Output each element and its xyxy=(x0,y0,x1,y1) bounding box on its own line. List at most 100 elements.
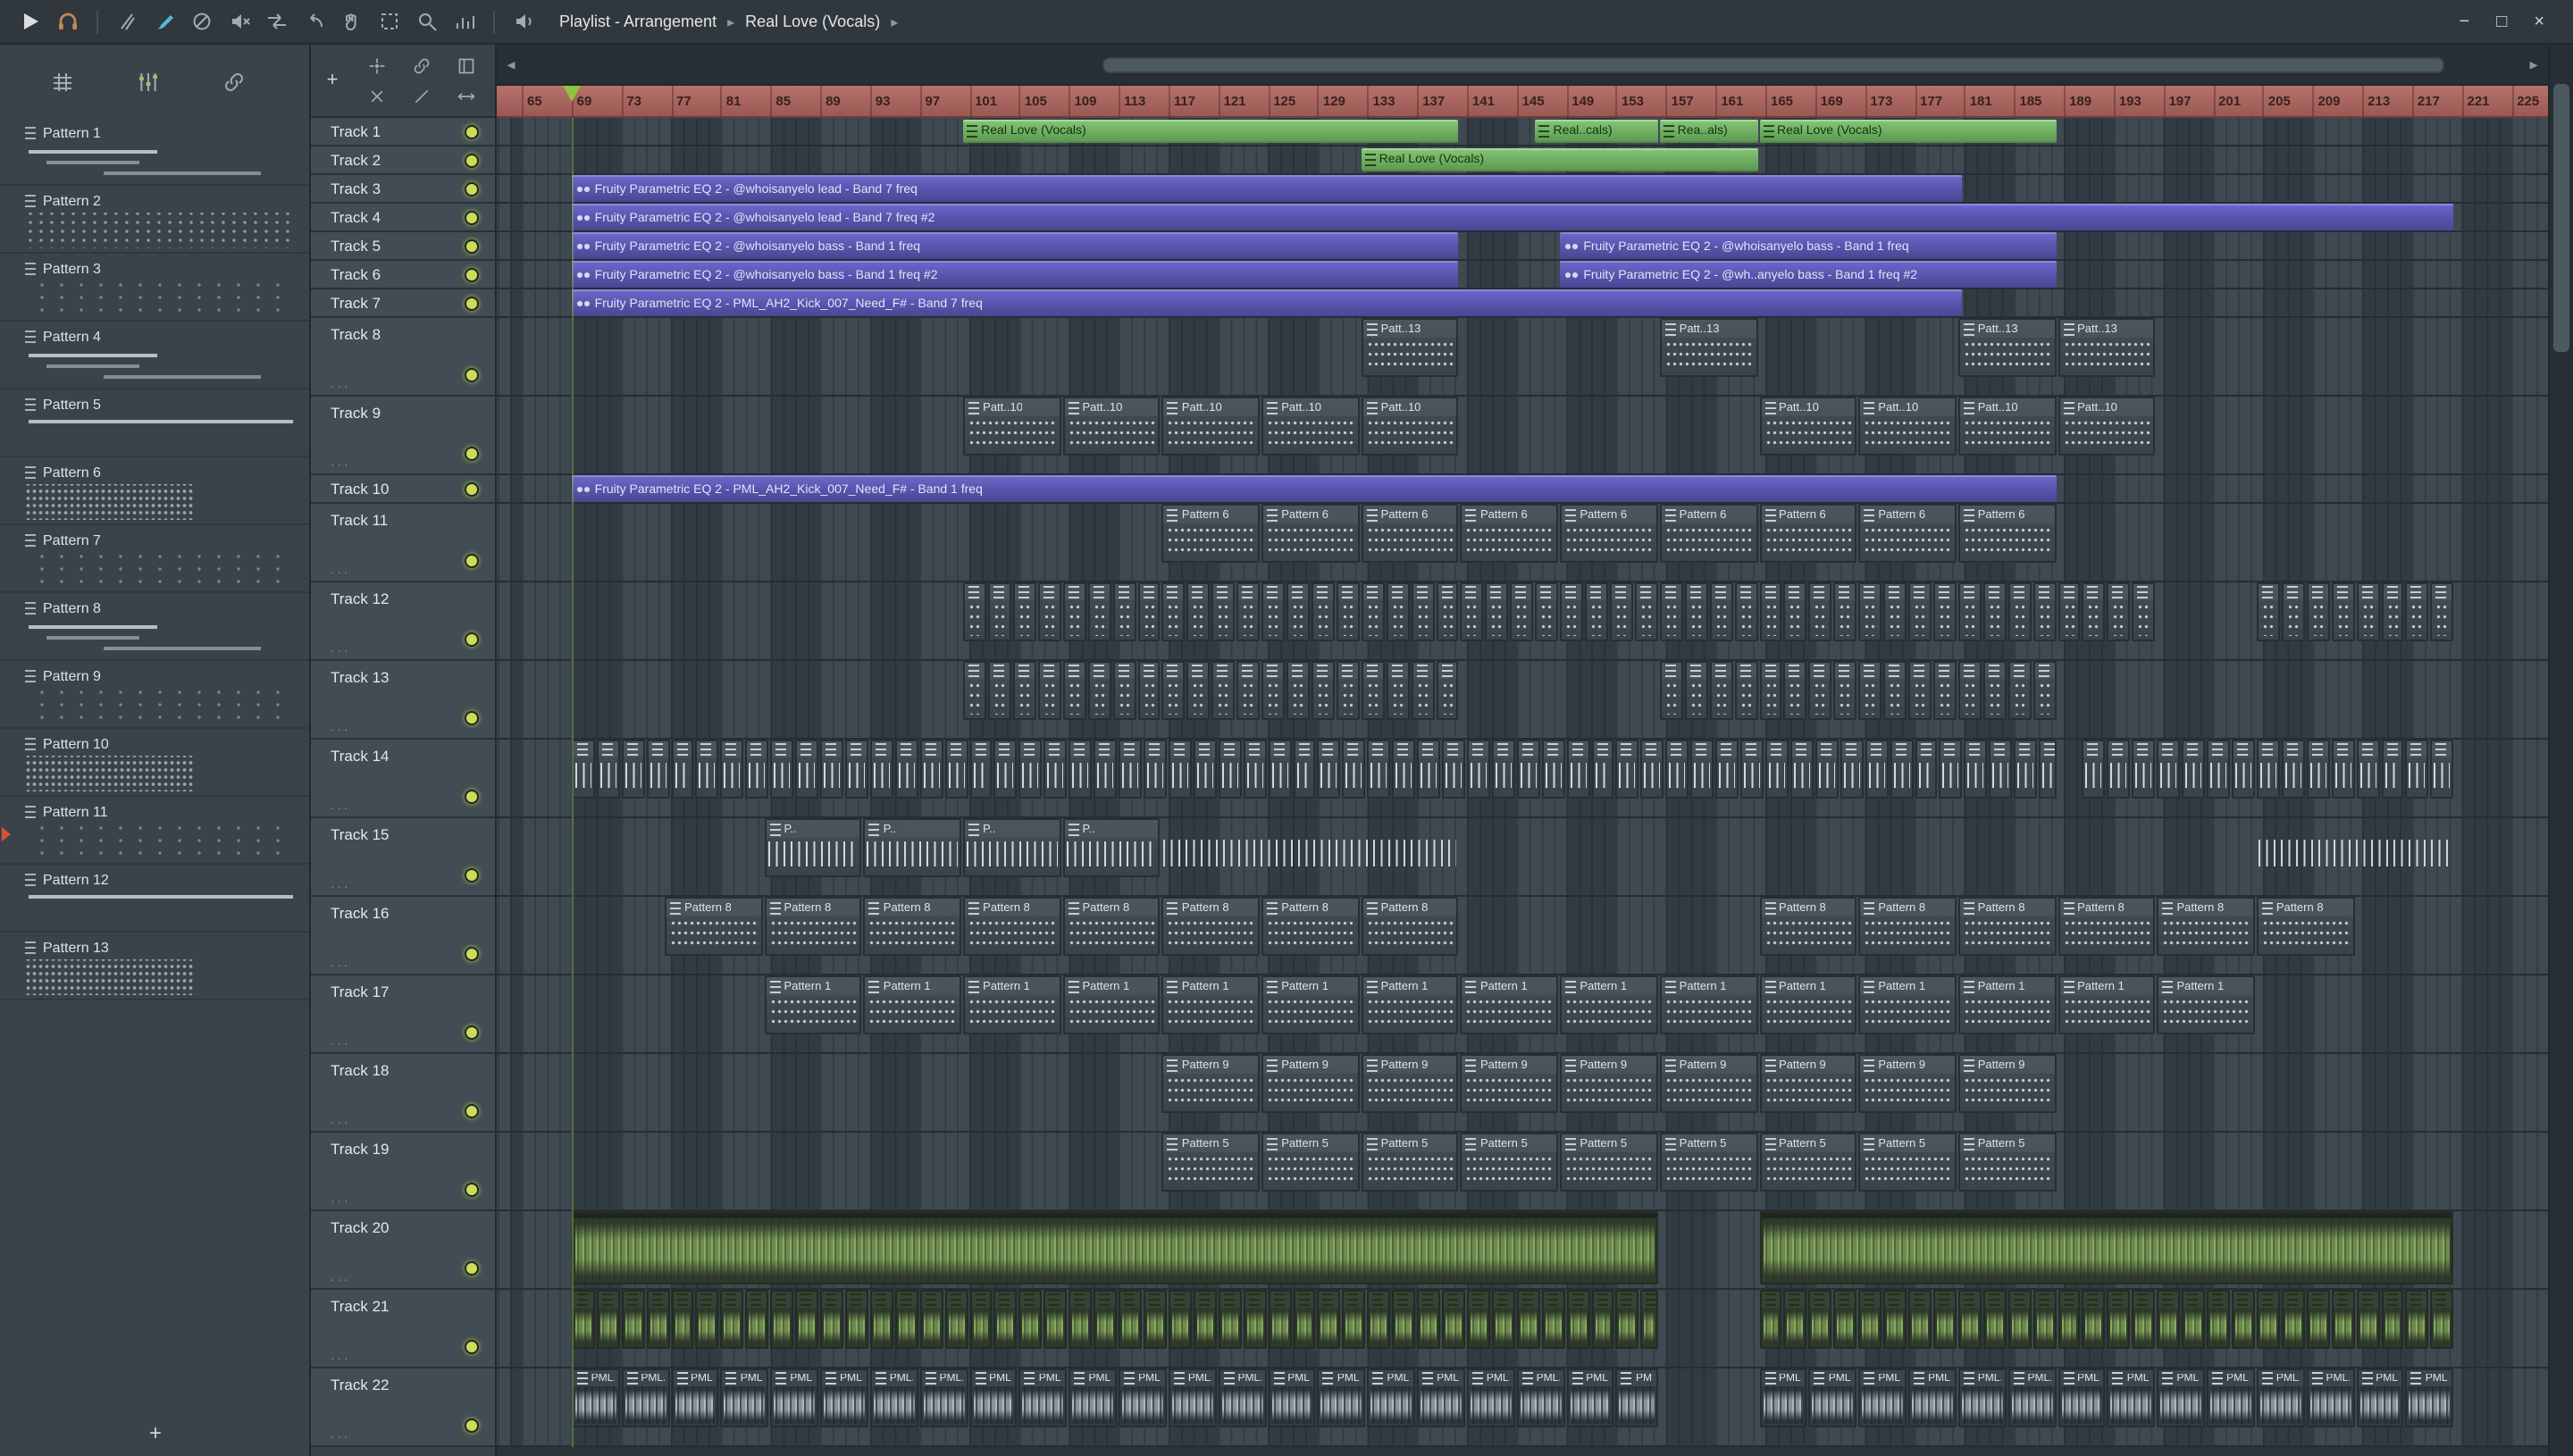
track-mute-led[interactable] xyxy=(465,124,479,138)
pattern-clip[interactable]: P.. xyxy=(2232,1290,2255,1349)
automation-clip[interactable]: Fruity Parametric EQ 2 - @wh..anyelo bas… xyxy=(1560,261,2057,288)
pattern-clip[interactable]: Pattern 8 xyxy=(1261,897,1360,956)
pattern-clip[interactable]: Pattern 5 xyxy=(1659,1133,1757,1192)
track-lane-19[interactable]: Pattern 5 Pattern 5 Pattern 5 Pattern 5 Patt… xyxy=(497,1133,2548,1211)
pattern-clip[interactable]: P.. xyxy=(1087,582,1111,641)
pattern-clip[interactable]: P.. xyxy=(2232,740,2255,799)
pattern-clip[interactable]: Pattern 5 xyxy=(1460,1133,1559,1192)
pattern-clip[interactable]: P.. xyxy=(2082,582,2106,641)
pattern-clip[interactable]: P.. xyxy=(2331,1290,2355,1349)
pattern-clip[interactable]: P.. xyxy=(1317,740,1341,799)
pattern-clip[interactable]: P.. xyxy=(944,1290,968,1349)
pattern-clip[interactable]: Pattern 8 xyxy=(1759,897,1857,956)
track-mute-led[interactable] xyxy=(465,296,479,310)
pattern-clip[interactable]: P.. xyxy=(1883,661,1907,720)
track-header-15[interactable]: Track 15... xyxy=(311,818,495,897)
track-lane-9[interactable]: Patt..10 Patt..10 Patt..10 Patt..10 Patt..10… xyxy=(497,397,2548,475)
pattern-clip[interactable]: Pattern 1 xyxy=(764,975,862,1034)
pattern-clip[interactable]: Patt..13 xyxy=(1659,318,1757,377)
pattern-clip[interactable]: Pattern 9 xyxy=(1957,1054,2057,1113)
pattern-clip[interactable]: P.. xyxy=(1659,582,1683,641)
clip-preview-band[interactable] xyxy=(1162,818,1459,877)
pattern-clip[interactable]: P.. xyxy=(596,740,620,799)
pattern-clip[interactable]: Pattern 1 xyxy=(1361,975,1459,1034)
pattern-clip[interactable]: P.. xyxy=(1466,740,1490,799)
pattern-item-11[interactable]: Pattern 11 xyxy=(0,797,309,865)
pattern-clip[interactable]: P.. xyxy=(993,740,1018,799)
pattern-item-5[interactable]: Pattern 5 xyxy=(0,389,309,457)
pattern-clip[interactable]: P.. xyxy=(2306,740,2330,799)
track-lane-8[interactable]: Patt..13 Patt..13 Patt..13 Patt..13 xyxy=(497,318,2548,397)
pattern-clip[interactable]: P.. xyxy=(1865,740,1889,799)
pattern-clip[interactable]: P.. xyxy=(1789,740,1814,799)
pattern-clip[interactable]: P.. xyxy=(1311,582,1335,641)
horizontal-scrollbar[interactable]: ◂ ▸ xyxy=(497,45,2548,86)
pattern-clip[interactable]: Pattern 6 xyxy=(1460,504,1559,563)
pattern-clip[interactable]: P.. xyxy=(2381,582,2404,641)
pattern-clip[interactable]: P.. xyxy=(646,740,669,799)
pattern-clip[interactable]: P.. xyxy=(1466,1290,1490,1349)
pattern-clip[interactable]: PML..PM xyxy=(1759,1368,1807,1427)
pattern-clip[interactable]: P.. xyxy=(1211,582,1236,641)
pattern-clip[interactable]: P.. xyxy=(1342,1290,1366,1349)
pattern-clip[interactable]: P.. xyxy=(1193,1290,1217,1349)
track-header-11[interactable]: Track 11... xyxy=(311,504,495,582)
pattern-clip[interactable]: Pattern 8 xyxy=(665,897,763,956)
pattern-clip[interactable]: P.. xyxy=(1516,740,1540,799)
pattern-clip[interactable]: P.. xyxy=(770,740,794,799)
pattern-clip[interactable]: P.. xyxy=(1218,1290,1242,1349)
pattern-clip[interactable]: Pattern 5 xyxy=(1858,1133,1957,1192)
track-mute-led[interactable] xyxy=(465,632,479,647)
pattern-clip[interactable]: Pattern 6 xyxy=(1759,504,1857,563)
pattern-clip[interactable]: P.. xyxy=(1640,740,1664,799)
vscroll-thumb[interactable] xyxy=(2553,84,2569,352)
pattern-clip[interactable]: P.. xyxy=(2331,740,2355,799)
pattern-clip[interactable]: Pattern 6 xyxy=(1858,504,1957,563)
track-mute-led[interactable] xyxy=(465,210,479,224)
pattern-clip[interactable]: P.. xyxy=(695,1290,719,1349)
pattern-clip[interactable]: P.. xyxy=(745,1290,769,1349)
pattern-clip[interactable]: P.. xyxy=(2007,582,2032,641)
pattern-clip[interactable]: P.. xyxy=(1268,740,1291,799)
pattern-clip[interactable]: P.. xyxy=(863,818,962,877)
track-mute-led[interactable] xyxy=(465,790,479,804)
add-pattern-button[interactable]: + xyxy=(0,1420,311,1445)
pattern-clip[interactable]: P.. xyxy=(671,1290,694,1349)
pattern-clip[interactable]: P.. xyxy=(2207,740,2230,799)
track-header-18[interactable]: Track 18... xyxy=(311,1054,495,1133)
track-mute-led[interactable] xyxy=(465,711,479,725)
pattern-clip[interactable]: P.. xyxy=(1858,582,1882,641)
pattern-clip[interactable]: P.. xyxy=(1957,582,1982,641)
pattern-item-6[interactable]: Pattern 6 xyxy=(0,457,309,525)
pattern-clip[interactable]: P.. xyxy=(1665,740,1689,799)
pattern-clip[interactable]: Patt..10 xyxy=(2058,397,2156,456)
pattern-clip[interactable]: Pattern 6 xyxy=(1659,504,1757,563)
pattern-clip[interactable]: P.. xyxy=(2107,582,2131,641)
pattern-clip[interactable]: Pattern 8 xyxy=(1161,897,1261,956)
maximize-button[interactable]: □ xyxy=(2496,12,2507,31)
pattern-clip[interactable]: PML..PM xyxy=(2356,1368,2404,1427)
track-mute-led[interactable] xyxy=(465,1418,479,1433)
pattern-clip[interactable]: P.. xyxy=(2107,740,2131,799)
pattern-clip[interactable]: P.. xyxy=(2381,740,2404,799)
pattern-clip[interactable]: P.. xyxy=(2281,582,2305,641)
pattern-clip[interactable]: P.. xyxy=(1268,1290,1291,1349)
pattern-clip[interactable]: P.. xyxy=(1317,1290,1341,1349)
pattern-clip[interactable]: P.. xyxy=(2157,1290,2181,1349)
pattern-clip[interactable]: P.. xyxy=(1982,1290,2007,1349)
track-mute-led[interactable] xyxy=(465,1025,479,1040)
pattern-clip[interactable]: PML..PM xyxy=(1268,1368,1316,1427)
pattern-clip[interactable]: P.. xyxy=(969,1290,993,1349)
pattern-clip[interactable]: P.. xyxy=(2430,740,2454,799)
pattern-clip[interactable]: PML..PM xyxy=(1218,1368,1267,1427)
add-track-button[interactable]: + xyxy=(311,70,354,91)
pattern-clip[interactable]: P.. xyxy=(1361,582,1385,641)
pattern-clip[interactable]: PML..PM xyxy=(671,1368,719,1427)
pattern-clip[interactable]: P.. xyxy=(1982,661,2007,720)
pattern-clip[interactable]: P.. xyxy=(1765,740,1789,799)
pattern-clip[interactable]: P.. xyxy=(988,661,1011,720)
undo-icon[interactable] xyxy=(298,5,331,38)
pattern-clip[interactable]: P.. xyxy=(1783,582,1807,641)
track-header-8[interactable]: Track 8... xyxy=(311,318,495,397)
pattern-clip[interactable]: P.. xyxy=(1161,582,1186,641)
